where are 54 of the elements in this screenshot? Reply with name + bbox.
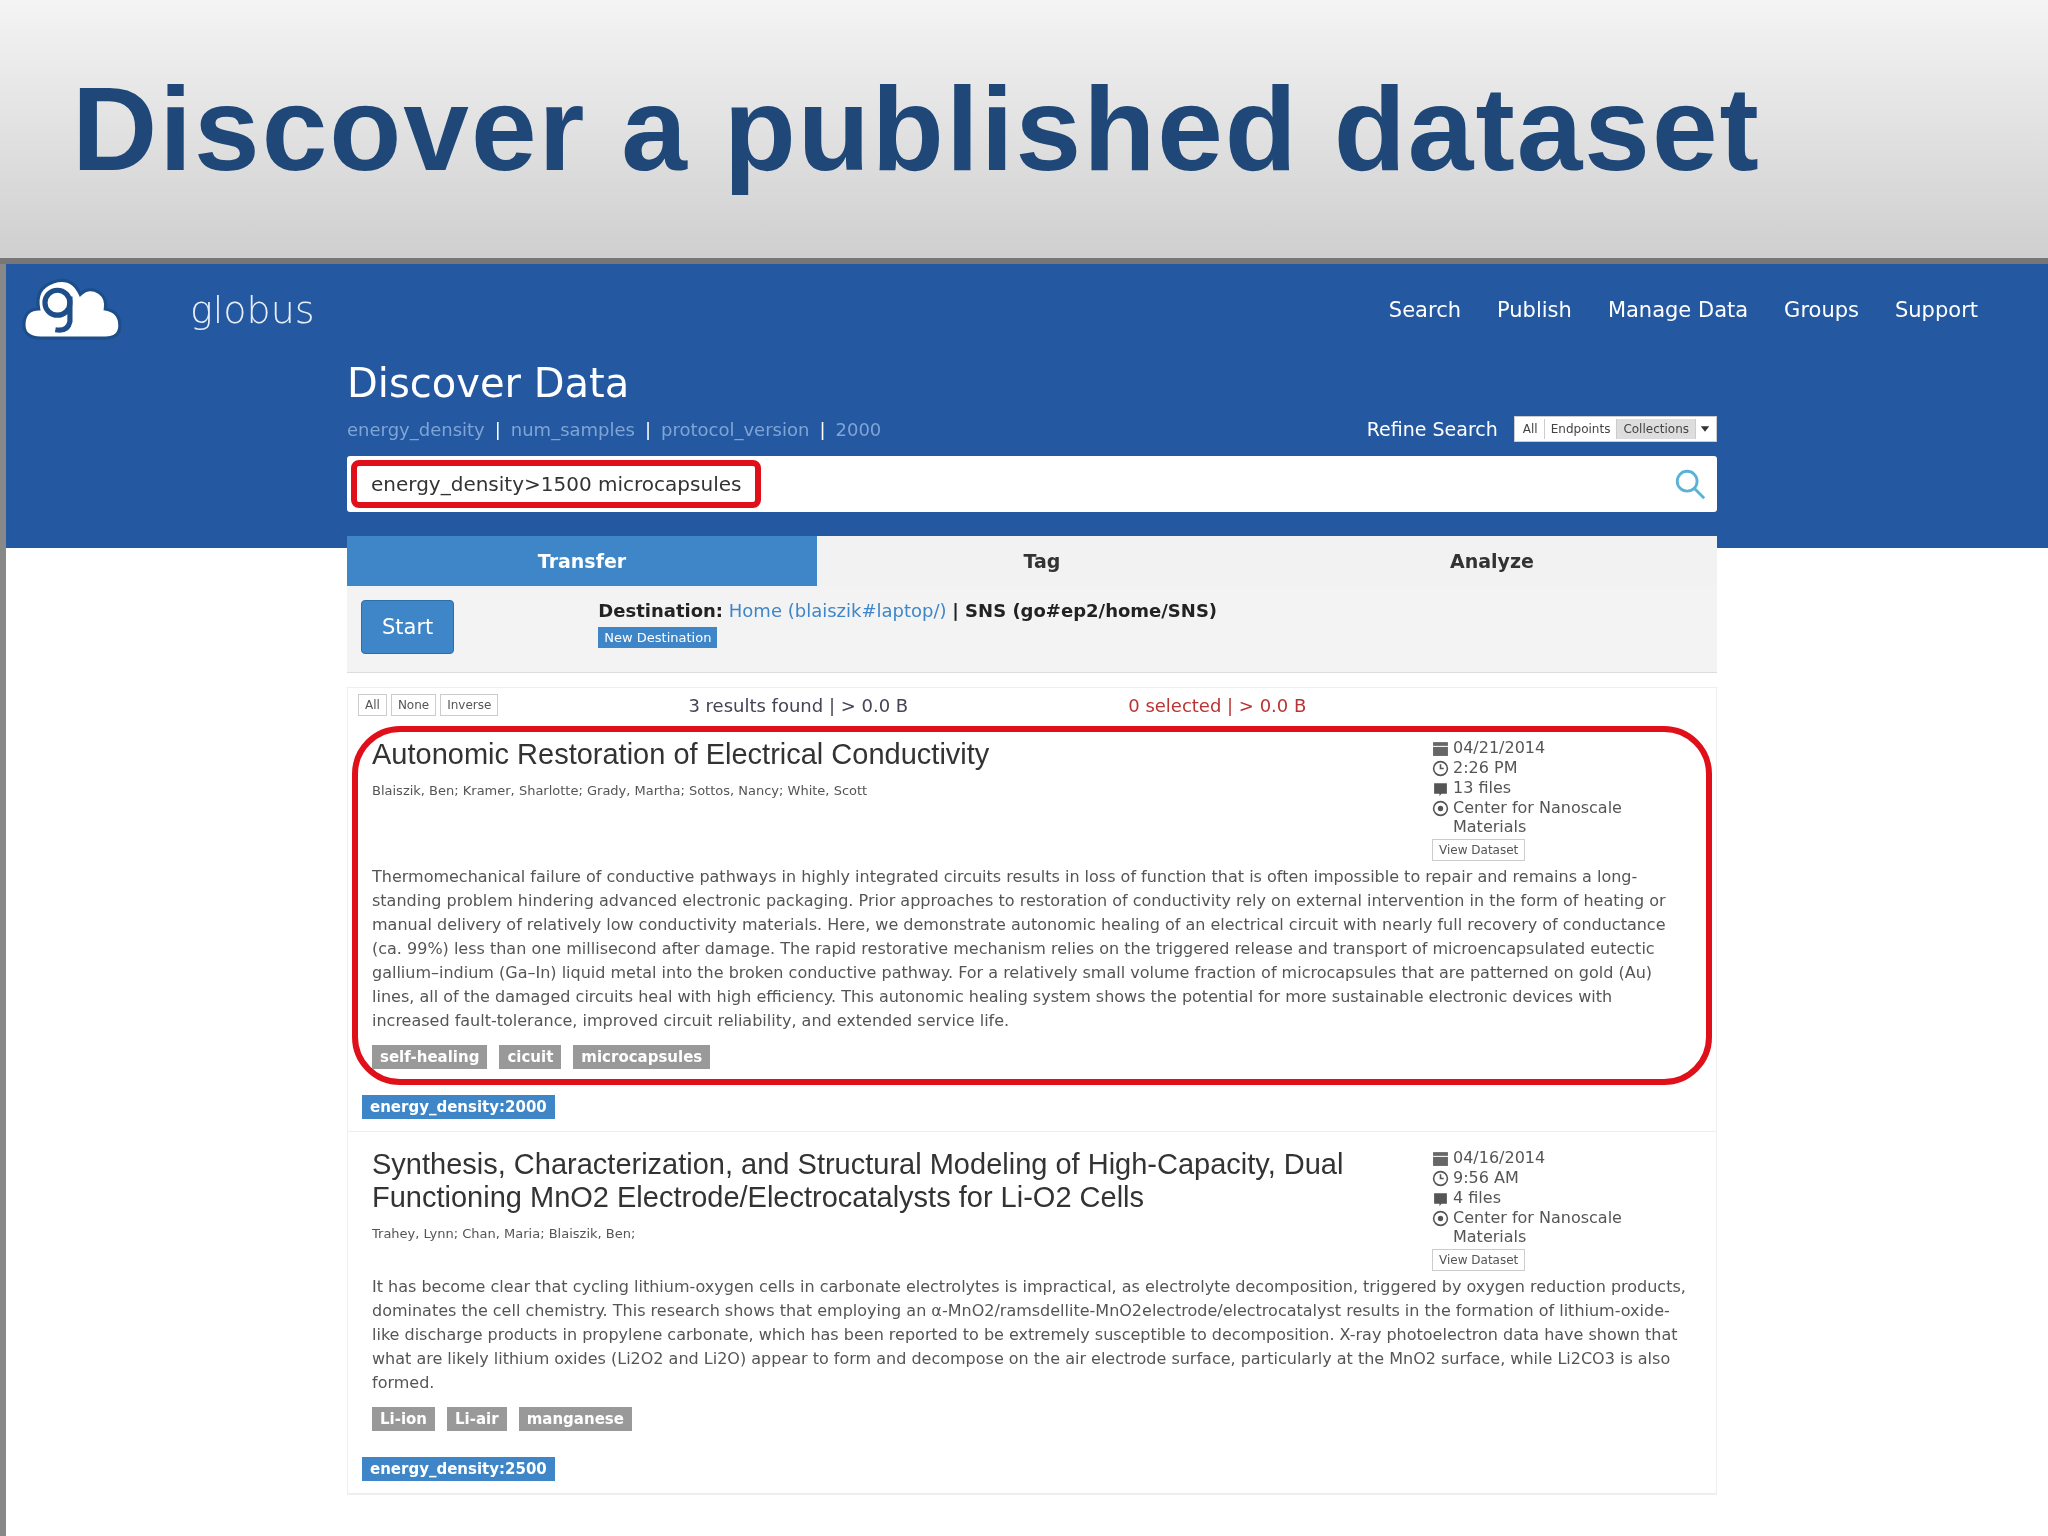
refine-label: Refine Search (1366, 418, 1498, 440)
search-field[interactable]: energy_density>1500 microcapsules (347, 456, 1717, 512)
target-icon (1432, 1210, 1449, 1227)
nav-link[interactable]: Publish (1497, 298, 1572, 322)
results-count: 3 results found | > 0.0 B (688, 694, 909, 716)
organization: Center for Nanoscale Materials (1453, 798, 1623, 836)
slide-title: Discover a published dataset (72, 62, 1761, 197)
select-button[interactable]: Inverse (440, 694, 499, 716)
file-count: 13 files (1453, 778, 1512, 797)
facet-tag[interactable]: energy_density:2000 (362, 1095, 555, 1119)
clock-icon (1432, 1170, 1449, 1187)
nav-link[interactable]: Search (1388, 298, 1461, 322)
new-destination-button[interactable]: New Destination (598, 627, 718, 648)
calendar-icon (1432, 1150, 1449, 1167)
facet-tag[interactable]: energy_density:2500 (362, 1457, 555, 1481)
tab[interactable]: Analyze (1267, 536, 1717, 586)
select-button[interactable]: None (390, 694, 437, 716)
destination-path: | SNS (go#ep2/home/SNS) (952, 600, 1218, 621)
target-icon (1432, 800, 1449, 817)
result-time: 9:56 AM (1453, 1168, 1519, 1187)
view-dataset-button[interactable]: View Dataset (1432, 1249, 1526, 1271)
separator: | (819, 418, 826, 440)
dataset-title[interactable]: Synthesis, Characterization, and Structural Modeling of High-Capacity, Dual Functioning MnO2 Electrode/Electrocatalysts for Li-O2 Cells (372, 1148, 1362, 1214)
calendar-icon (1432, 740, 1449, 757)
dataset-title[interactable]: Autonomic Restoration of Electrical Conductivity (372, 738, 1362, 771)
view-dataset-button[interactable]: View Dataset (1432, 839, 1526, 861)
scope-option[interactable]: Collections (1617, 419, 1696, 439)
result-date: 04/16/2014 (1453, 1148, 1546, 1167)
file-count: 4 files (1453, 1188, 1501, 1207)
nav-link[interactable]: Groups (1784, 298, 1859, 322)
destination-label: Destination: (598, 600, 724, 621)
author-list: Blaiszik, Ben; Kramer, Sharlotte; Grady, Martha; Sottos, Nancy; White, Scott (372, 783, 1402, 798)
tab[interactable]: Tag (817, 536, 1267, 586)
scope-option[interactable]: All (1516, 419, 1545, 439)
separator: | (644, 418, 652, 440)
author-list: Trahey, Lynn; Chan, Maria; Blaiszik, Ben; (372, 1226, 1402, 1241)
clock-icon (1432, 760, 1449, 777)
search-query: energy_density>1500 microcapsules (351, 460, 762, 508)
nav-link[interactable]: Support (1895, 298, 1978, 322)
organization: Center for Nanoscale Materials (1453, 1208, 1623, 1246)
page-title: Discover Data (347, 360, 631, 406)
select-button[interactable]: All (358, 694, 387, 716)
result-time: 2:26 PM (1453, 758, 1518, 777)
selected-count: 0 selected | > 0.0 B (1128, 694, 1307, 716)
files-icon (1432, 780, 1449, 797)
dataset-abstract: It has become clear that cycling lithium-oxygen cells in carbonate electrolytes is impractical, as electrolyte decomposition, triggered by oxygen reduction products, dominates the cell chemistry. This research shows that employing an α-MnO2/ramsdellite-MnO2electrode/electrocatalyst results in the formation of lithium-oxide-like discharge products in propylene carbonate, which has been reported to be extremely susceptible to decomposition. X-ray photoelectron data have shown that what are likely lithium oxides (Li2O2 and Li2O) appear to form and decompose on the air electrode surface, particularly at the MnO2 surface, while Li2CO3 is also formed. (372, 1276, 1687, 1394)
dataset-abstract: Thermomechanical failure of conductive pathways in highly integrated circuits results in loss of function that is often impossible to repair and remains a long-standing problem hindering advanced electronic packaging. Prior approaches to restoration of conductivity rely on external intervention in the form of heating or manual delivery of relatively low conductivity materials. Here, we demonstrate autonomic healing of an electrical circuit with nearly full recovery of conductance (ca. 99%) less than one millisecond after damage. The rapid restorative mechanism relies on the triggered release and transport of microencapsulated eutectic gallium–indium (Ga–In) liquid metal into the broken conductive pathway. For a relatively small volume fraction of microcapsules that are patterned on gold (Au) lines, all of the damaged circuits heal with high efficiency. This autonomic healing system shows the potential for more sustainable electronic devices with increased fault-tolerance, improved circuit reliability, and extended service life. (372, 866, 1667, 1032)
files-icon (1432, 1190, 1449, 1207)
start-button[interactable]: Start (361, 600, 455, 654)
result-date: 04/21/2014 (1453, 738, 1546, 757)
tab[interactable]: Transfer (347, 536, 817, 586)
nav-link[interactable]: Manage Data (1607, 298, 1749, 322)
brand-name[interactable]: globus (190, 288, 315, 332)
separator: | (494, 418, 501, 440)
